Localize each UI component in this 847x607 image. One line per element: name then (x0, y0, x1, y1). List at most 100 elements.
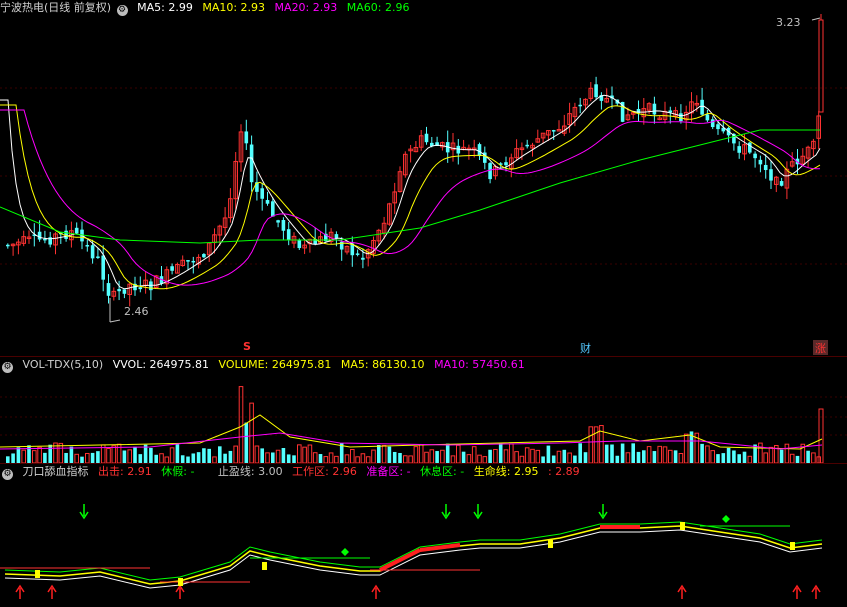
volume-bar (546, 445, 551, 463)
volume-bar (789, 453, 795, 463)
candle-body (186, 260, 190, 262)
ma5-line (0, 94, 821, 290)
volume-legend: VOLUME: 264975.81 (219, 358, 332, 371)
volume-bar (471, 446, 477, 463)
candle-body (737, 146, 741, 153)
candle-body (122, 289, 127, 294)
volume-gear-icon[interactable]: ⚙ (2, 362, 13, 373)
volume-bar (398, 452, 402, 463)
candle-body (90, 245, 95, 259)
candle-body (361, 257, 365, 260)
volume-bar (732, 450, 736, 463)
volume-bar (265, 452, 270, 463)
stop-value: 3.00 (258, 465, 283, 478)
volume-bar (450, 455, 456, 463)
volume-bar (737, 454, 741, 463)
volume-bar (133, 446, 137, 463)
volume-bar (43, 452, 47, 463)
volume-bar (238, 386, 244, 463)
volume-bar (344, 454, 350, 463)
volume-bar (334, 455, 339, 463)
volume-bar (207, 448, 211, 463)
candle-body (276, 220, 280, 223)
volume-bar (154, 454, 158, 463)
price-pane[interactable]: 宁波热电(日线 前复权) ⚙ MA5: 2.99 MA10: 2.93 MA20… (0, 0, 847, 355)
ma60-label: MA60: (346, 1, 382, 14)
volume-bar (668, 449, 673, 463)
candle-body (758, 159, 763, 165)
ma20-value: 2.93 (312, 1, 338, 14)
candle-body (74, 227, 79, 234)
candle-body (6, 244, 10, 247)
volume-bar (567, 452, 572, 463)
out-value: 2.91 (127, 465, 152, 478)
volume-bar (408, 455, 413, 463)
candle-body (748, 142, 752, 153)
volume-bar (360, 453, 366, 463)
volume-bar (292, 455, 296, 463)
candle-body (43, 238, 47, 241)
settings-gear-icon[interactable]: ⚙ (116, 5, 128, 16)
volume-value: 264975.81 (271, 358, 332, 371)
out-legend: 出击: 2.91 (98, 465, 152, 478)
candle-body (763, 164, 768, 171)
vol-ma5-value: 86130.10 (372, 358, 425, 371)
volume-title: VOL-TDX(5,10) (22, 358, 104, 371)
work-label: 工作区: (292, 465, 329, 478)
volume-bar (302, 446, 307, 463)
volume-bar (281, 448, 286, 463)
price-header: 宁波热电(日线 前复权) ⚙ MA5: 2.99 MA10: 2.93 MA20… (0, 0, 415, 16)
volume-bar (705, 445, 710, 463)
volume-bar (615, 455, 620, 463)
s-marker[interactable]: S (243, 340, 251, 353)
volume-bar (588, 426, 594, 463)
vol-ma5-legend: MA5: 86130.10 (341, 358, 425, 371)
volume-pane[interactable]: ⚙ VOL-TDX(5,10) VVOL: 264975.81 VOLUME: … (0, 356, 847, 463)
ma20-label: MA20: (274, 1, 310, 14)
ma10-value: 2.93 (240, 1, 266, 14)
volume-bar (271, 452, 275, 463)
candle-body (37, 231, 42, 240)
out-label: 出击: (98, 465, 124, 478)
volume-bar (811, 452, 816, 463)
volume-bar (21, 449, 26, 463)
candle-body (424, 133, 429, 143)
volume-bar (371, 449, 376, 463)
indicator-chart[interactable] (0, 464, 847, 607)
signal-block (262, 562, 267, 570)
volume-bar (377, 445, 381, 463)
candle-body (297, 239, 302, 249)
volume-bar (710, 450, 716, 463)
ma10-legend: MA10: 2.93 (202, 1, 265, 14)
volume-bar (503, 449, 509, 463)
volume-bar (583, 452, 588, 463)
candle-body (504, 162, 508, 166)
low-price-label: 2.46 (124, 305, 149, 318)
volume-bar (85, 452, 90, 463)
candle-body (265, 200, 270, 204)
volume-bar (657, 445, 663, 463)
vol-ma10-value: 57450.61 (472, 358, 525, 371)
volume-bar (233, 445, 238, 463)
indicator-green-line (4, 521, 823, 581)
signal-block (178, 578, 183, 586)
volume-bar (418, 444, 424, 463)
indicator-gear-icon[interactable]: ⚙ (2, 469, 13, 480)
vol-ma5-label: MA5: (340, 358, 369, 371)
volume-bar (456, 444, 461, 463)
volume-bar (202, 448, 206, 463)
volume-bar (763, 452, 769, 463)
candle-body (488, 163, 492, 180)
volume-bar (106, 448, 111, 463)
volume-bar (806, 450, 810, 463)
limit-up-marker[interactable]: 涨 (813, 340, 828, 355)
finance-marker[interactable]: 财 (580, 340, 591, 355)
volume-bar (742, 451, 747, 463)
volume-bar (620, 443, 625, 463)
indicator-pane[interactable]: ⚙ 刀口舔血指标 出击: 2.91 休假: - 止盈线: 3.00 工作区: 2… (0, 463, 847, 607)
extra-value: : 2.89 (547, 465, 580, 478)
volume-bar (286, 454, 291, 463)
volume-header: ⚙ VOL-TDX(5,10) VVOL: 264975.81 VOLUME: … (0, 357, 531, 373)
rest-value: - (190, 465, 195, 478)
candlestick-chart[interactable] (0, 0, 847, 355)
